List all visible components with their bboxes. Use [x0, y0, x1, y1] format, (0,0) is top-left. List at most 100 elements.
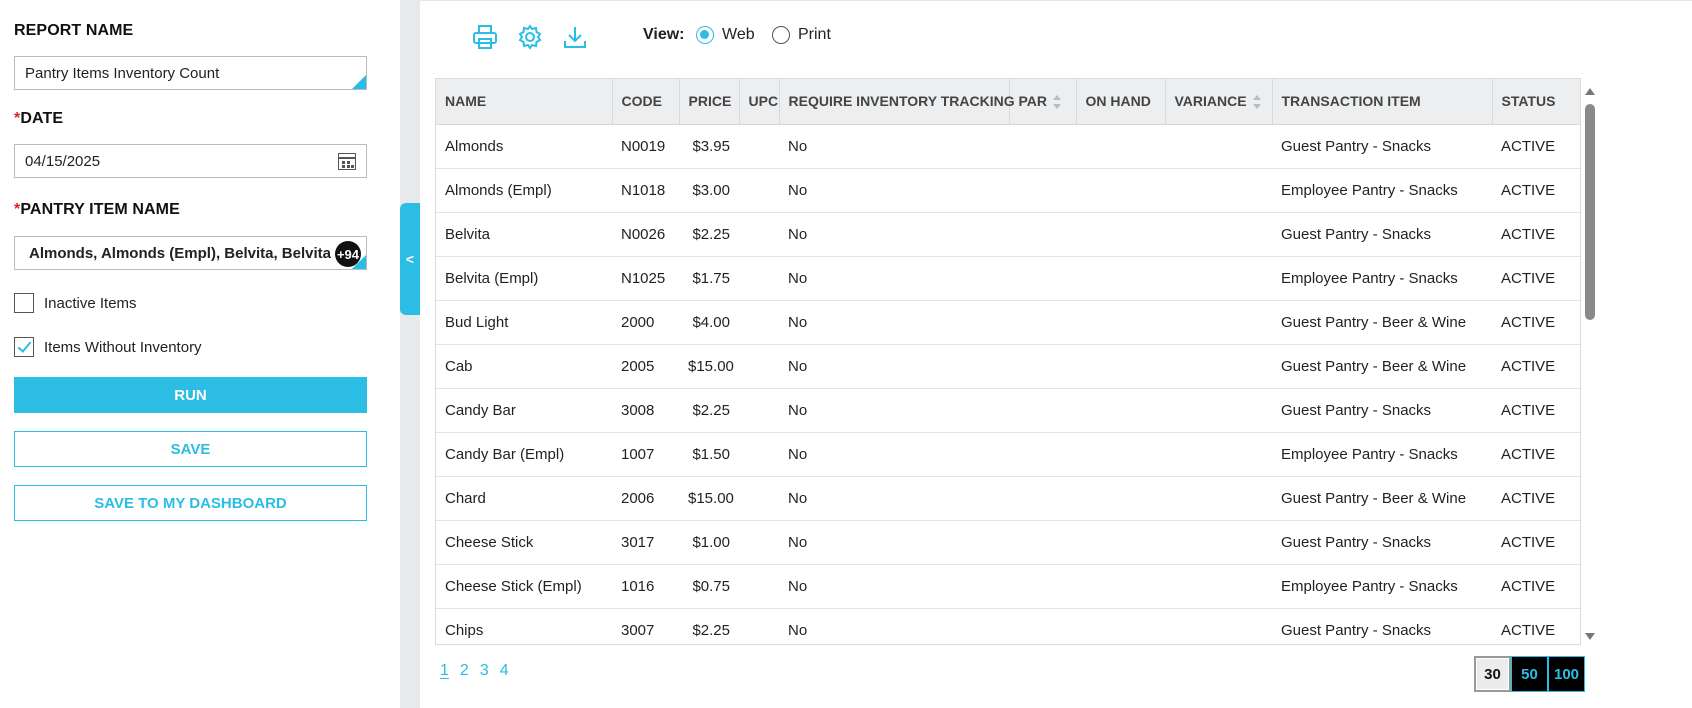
- table-row[interactable]: Cab 2005 $15.00 No Guest Pantry - Beer & Win…: [436, 344, 1580, 389]
- inactive-items-checkbox[interactable]: [14, 293, 34, 313]
- cell-on-hand: [1076, 256, 1165, 301]
- cell-require-inventory-tracking: No: [779, 432, 1009, 477]
- pagination: 1234: [440, 662, 509, 680]
- cell-transaction-item: Guest Pantry - Snacks: [1272, 520, 1492, 565]
- cell-par: [1009, 476, 1076, 521]
- cell-code: N0026: [612, 212, 679, 257]
- table-row[interactable]: Candy Bar (Empl) 1007 $1.50 No Employee Pant…: [436, 432, 1580, 477]
- cell-require-inventory-tracking: No: [779, 608, 1009, 644]
- cell-price: $2.25: [679, 212, 739, 257]
- cell-on-hand: [1076, 476, 1165, 521]
- cell-par: [1009, 124, 1076, 169]
- cell-transaction-item: Guest Pantry - Snacks: [1272, 608, 1492, 644]
- scroll-up-arrow-icon[interactable]: [1585, 88, 1595, 95]
- view-print-radio[interactable]: [772, 26, 790, 44]
- settings-gear-icon[interactable]: [515, 21, 545, 53]
- cell-code: 3007: [612, 608, 679, 644]
- cell-status: ACTIVE: [1492, 520, 1580, 565]
- column-header-on-hand[interactable]: ON HAND: [1076, 79, 1166, 125]
- table-row[interactable]: Cheese Stick (Empl) 1016 $0.75 No Employee P…: [436, 564, 1580, 609]
- cell-price: $1.00: [679, 520, 739, 565]
- view-label: View:: [643, 26, 685, 43]
- view-web-radio[interactable]: [696, 26, 714, 44]
- table-row[interactable]: Belvita (Empl) N1025 $1.75 No Employee Pantr…: [436, 256, 1580, 301]
- page-link-1[interactable]: 1: [440, 662, 449, 680]
- cell-par: [1009, 168, 1076, 213]
- sort-icon[interactable]: [1053, 95, 1062, 110]
- page-link-3[interactable]: 3: [480, 662, 489, 680]
- cell-require-inventory-tracking: No: [779, 520, 1009, 565]
- cell-status: ACTIVE: [1492, 564, 1580, 609]
- table-row[interactable]: Bud Light 2000 $4.00 No Guest Pantry - Beer …: [436, 300, 1580, 345]
- print-icon[interactable]: [470, 21, 500, 53]
- items-without-inventory-checkbox[interactable]: [14, 337, 34, 357]
- cell-transaction-item: Employee Pantry - Snacks: [1272, 564, 1492, 609]
- view-print-option[interactable]: Print: [772, 26, 831, 44]
- column-header-transaction-item[interactable]: TRANSACTION ITEM: [1272, 79, 1493, 125]
- column-header-upc[interactable]: UPC: [739, 79, 780, 125]
- cell-price: $2.25: [679, 388, 739, 433]
- calendar-icon[interactable]: [338, 153, 356, 170]
- scrollbar-thumb[interactable]: [1585, 104, 1595, 320]
- cell-code: N1018: [612, 168, 679, 213]
- pantry-item-multiselect[interactable]: Almonds, Almonds (Empl), Belvita, Belvit…: [14, 236, 367, 270]
- cell-par: [1009, 212, 1076, 257]
- column-header-price[interactable]: PRICE: [679, 79, 740, 125]
- date-label-text: DATE: [20, 110, 64, 127]
- table-row[interactable]: Cheese Stick 3017 $1.00 No Guest Pantry - Sn…: [436, 520, 1580, 565]
- date-value: 04/15/2025: [25, 152, 101, 170]
- items-without-inventory-option[interactable]: Items Without Inventory: [14, 337, 202, 357]
- cell-require-inventory-tracking: No: [779, 212, 1009, 257]
- cell-name: Chips: [436, 608, 612, 644]
- date-input[interactable]: 04/15/2025: [14, 144, 367, 178]
- view-web-option[interactable]: Web: [696, 26, 755, 44]
- cell-transaction-item: Guest Pantry - Snacks: [1272, 212, 1492, 257]
- grid-scrollbar[interactable]: [1583, 86, 1597, 646]
- cell-status: ACTIVE: [1492, 388, 1580, 433]
- column-header-variance[interactable]: VARIANCE: [1165, 79, 1273, 125]
- cell-status: ACTIVE: [1492, 300, 1580, 345]
- page-link-2[interactable]: 2: [460, 662, 469, 680]
- inactive-items-option[interactable]: Inactive Items: [14, 293, 137, 313]
- page-link-4[interactable]: 4: [500, 662, 509, 680]
- cell-variance: [1165, 520, 1272, 565]
- table-row[interactable]: Almonds N0019 $3.95 No Guest Pantry - Snacks…: [436, 124, 1580, 169]
- cell-on-hand: [1076, 520, 1165, 565]
- cell-code: 2000: [612, 300, 679, 345]
- table-row[interactable]: Belvita N0026 $2.25 No Guest Pantry - Snacks…: [436, 212, 1580, 257]
- run-button[interactable]: RUN: [14, 377, 367, 413]
- view-web-label: Web: [722, 26, 755, 43]
- table-row[interactable]: Chard 2006 $15.00 No Guest Pantry - Beer & W…: [436, 476, 1580, 521]
- table-row[interactable]: Candy Bar 3008 $2.25 No Guest Pantry - Snack…: [436, 388, 1580, 433]
- column-header-status[interactable]: STATUS: [1492, 79, 1580, 125]
- collapse-panel-button[interactable]: <: [400, 203, 420, 315]
- table-row[interactable]: Chips 3007 $2.25 No Guest Pantry - Snacks ACT…: [436, 608, 1580, 644]
- cell-upc: [739, 520, 779, 565]
- cell-on-hand: [1076, 564, 1165, 609]
- page-size-100-button[interactable]: 100: [1548, 656, 1585, 692]
- save-to-dashboard-button[interactable]: SAVE TO MY DASHBOARD: [14, 485, 367, 521]
- cell-variance: [1165, 124, 1272, 169]
- page-size-30-button[interactable]: 30: [1474, 656, 1511, 692]
- view-print-label: Print: [798, 26, 831, 43]
- cell-require-inventory-tracking: No: [779, 256, 1009, 301]
- column-header-require-inventory-tracking[interactable]: REQUIRE INVENTORY TRACKING: [779, 79, 1015, 125]
- column-header-code[interactable]: CODE: [612, 79, 680, 125]
- cell-name: Cheese Stick (Empl): [436, 564, 612, 609]
- page-size-50-button[interactable]: 50: [1511, 656, 1548, 692]
- table-row[interactable]: Almonds (Empl) N1018 $3.00 No Employee Pantr…: [436, 168, 1580, 213]
- report-settings-panel: REPORT NAME Pantry Items Inventory Count…: [0, 0, 400, 708]
- sort-icon[interactable]: [1252, 95, 1261, 110]
- table-body: Almonds N0019 $3.95 No Guest Pantry - Snacks…: [436, 124, 1580, 644]
- report-name-input[interactable]: Pantry Items Inventory Count: [14, 56, 367, 90]
- column-header-name[interactable]: NAME: [436, 79, 613, 125]
- column-header-par[interactable]: PAR: [1009, 79, 1077, 125]
- scroll-down-arrow-icon[interactable]: [1585, 633, 1595, 640]
- cell-variance: [1165, 564, 1272, 609]
- cell-name: Bud Light: [436, 300, 612, 345]
- report-results-panel: View: Web Print NAME CODE PRICE UPC REQU…: [420, 0, 1692, 708]
- cell-require-inventory-tracking: No: [779, 476, 1009, 521]
- save-button[interactable]: SAVE: [14, 431, 367, 467]
- download-icon[interactable]: [560, 21, 590, 53]
- cell-status: ACTIVE: [1492, 476, 1580, 521]
